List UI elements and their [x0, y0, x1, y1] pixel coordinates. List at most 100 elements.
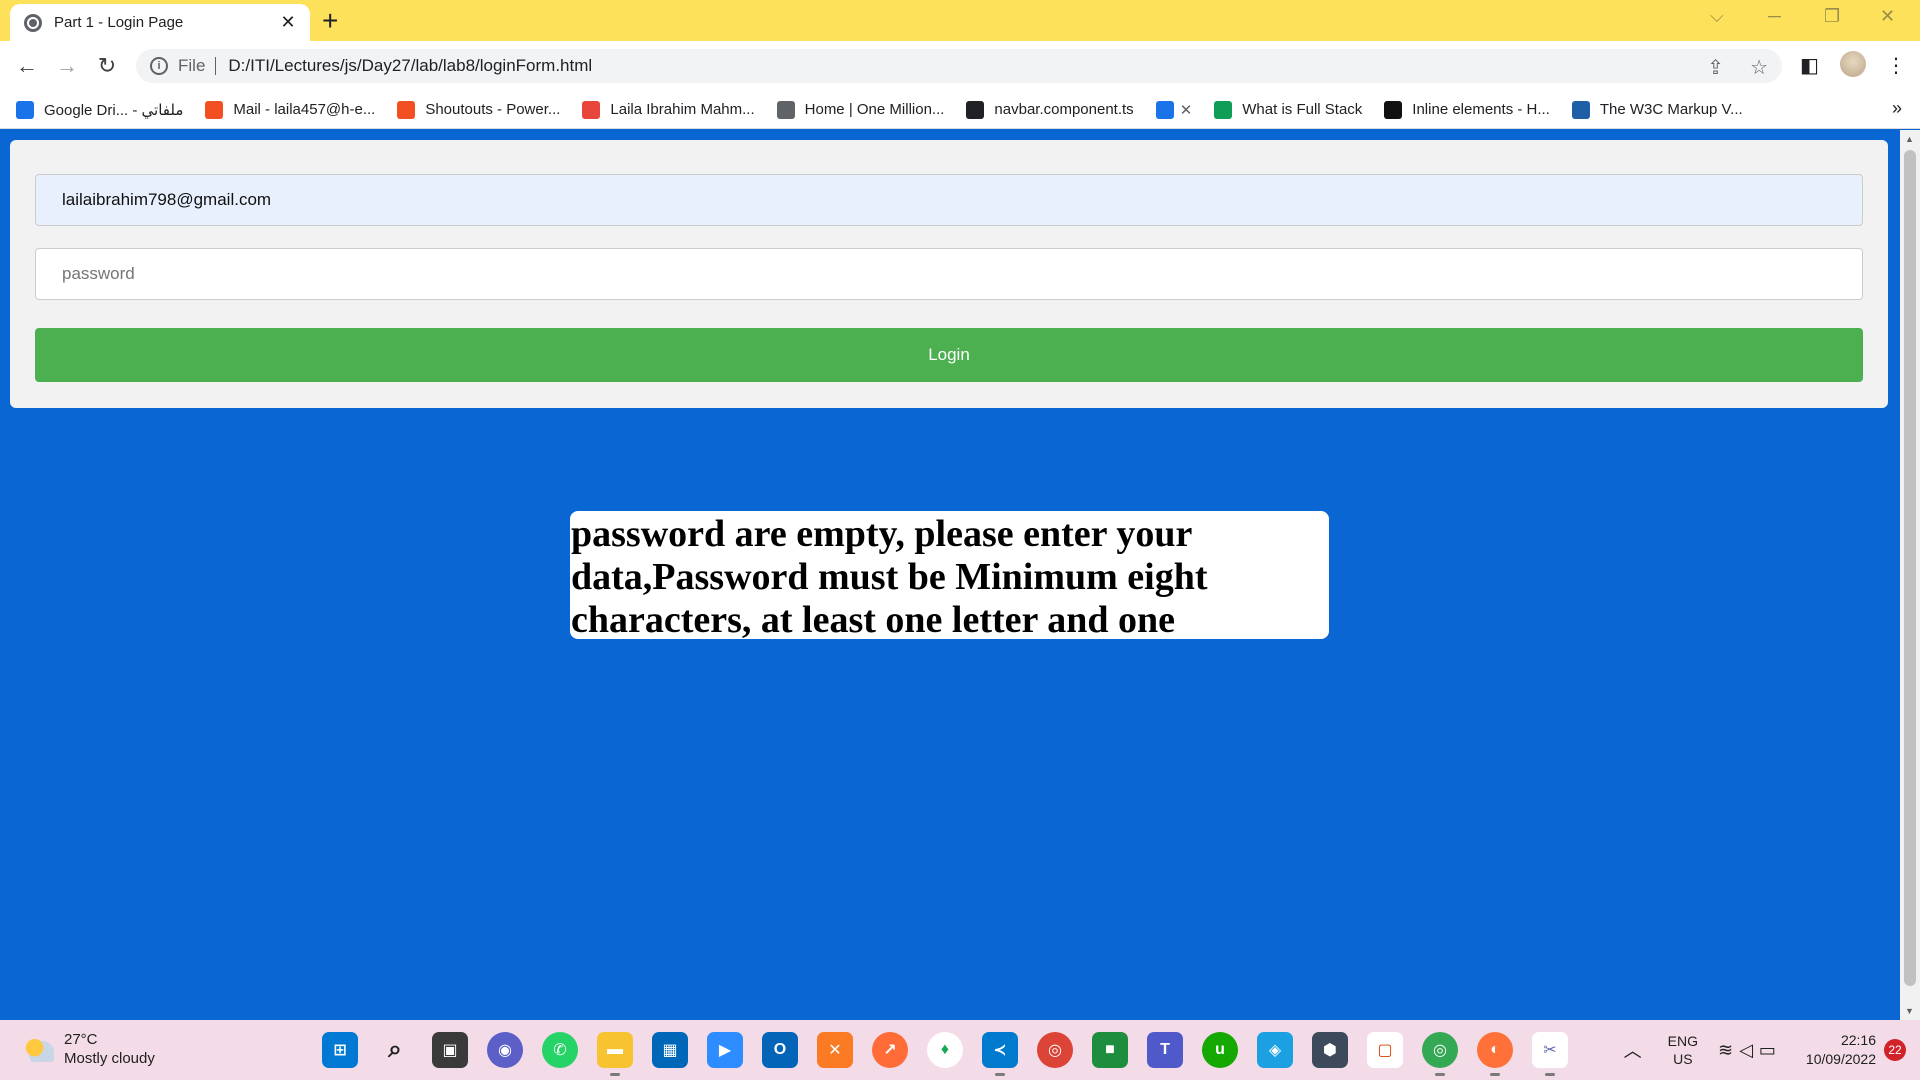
postman-icon[interactable]: ↗: [872, 1032, 908, 1068]
vscode-icon[interactable]: ≺: [982, 1032, 1018, 1076]
close-tab-icon[interactable]: ✕: [278, 12, 298, 33]
close-window-button[interactable]: ✕: [1880, 6, 1895, 27]
bookmark-item[interactable]: Shoutouts - Power...: [397, 100, 561, 119]
windows-start-icon[interactable]: ⊞: [322, 1032, 358, 1068]
mongodb-icon[interactable]: ♦: [927, 1032, 963, 1068]
bookmark-favicon-icon: [966, 100, 985, 119]
globe-icon: [24, 13, 42, 32]
bookmark-item[interactable]: Laila Ibrahim Mahm...: [582, 100, 755, 119]
tab-search-icon[interactable]: ⌵: [1710, 6, 1724, 27]
address-bar[interactable]: i File D:/ITI/Lectures/js/Day27/lab/lab8…: [136, 49, 1782, 83]
notification-badge[interactable]: 22: [1884, 1039, 1906, 1061]
bookmark-label: Shoutouts - Power...: [425, 101, 561, 118]
login-button[interactable]: Login: [35, 328, 1863, 382]
task-view-icon[interactable]: ▣: [432, 1032, 468, 1068]
close-icon[interactable]: ✕: [1180, 101, 1193, 119]
bookmark-label: The W3C Markup V...: [1599, 101, 1743, 118]
url-text[interactable]: D:/ITI/Lectures/js/Day27/lab/lab8/loginF…: [228, 56, 592, 76]
chrome-profile-icon[interactable]: ◎: [1422, 1032, 1458, 1076]
teams-icon[interactable]: T: [1147, 1032, 1183, 1068]
upwork-icon[interactable]: u: [1202, 1032, 1238, 1068]
scroll-up-icon[interactable]: ▲: [1905, 134, 1914, 144]
browser-tab[interactable]: Part 1 - Login Page ✕: [10, 4, 310, 41]
language-code: ENG: [1667, 1033, 1698, 1049]
bookmark-favicon-icon: [1571, 100, 1590, 119]
bookmark-item[interactable]: Google Dri... - ملفاتي: [16, 100, 184, 119]
minimize-button[interactable]: ─: [1768, 6, 1781, 27]
search-icon[interactable]: ⌕: [377, 1032, 413, 1068]
scrollbar-thumb[interactable]: [1904, 150, 1916, 986]
network-volume-battery-icons[interactable]: ≋◁▭: [1718, 1040, 1782, 1061]
outlook-icon[interactable]: O: [762, 1032, 798, 1068]
more-bookmarks-icon[interactable]: »: [1892, 98, 1902, 119]
file-explorer-icon[interactable]: ▬: [597, 1032, 633, 1076]
language-indicator[interactable]: ENG US: [1668, 1032, 1698, 1068]
side-panel-icon[interactable]: ◧: [1800, 53, 1819, 78]
bookmark-label: Mail - laila457@h-e...: [233, 101, 376, 118]
bookmarks-bar: Google Dri... - ملفاتي Mail - laila457@h-…: [0, 91, 1920, 129]
xampp-icon[interactable]: ✕: [817, 1032, 853, 1068]
scroll-down-icon[interactable]: ▼: [1905, 1006, 1914, 1016]
error-message: password are empty, please enter your da…: [570, 511, 1329, 639]
green-app-icon[interactable]: ■: [1092, 1032, 1128, 1068]
new-tab-button[interactable]: +: [322, 6, 338, 36]
bookmark-favicon-icon: [205, 100, 224, 119]
taskbar-apps: ⊞ ⌕ ▣ ◉ ✆ ▬ ▦ ▶ O ✕ ↗ ♦ ≺ ◎ ■ T u ◈ ⬢ ▢ …: [322, 1032, 1568, 1076]
back-icon[interactable]: ←: [12, 51, 42, 81]
virtualbox-icon[interactable]: ◈: [1257, 1032, 1293, 1068]
windows-taskbar: 27°C Mostly cloudy ⊞ ⌕ ▣ ◉ ✆ ▬ ▦ ▶ O ✕ ↗…: [0, 1020, 1920, 1080]
clock[interactable]: 22:16 10/09/2022: [1806, 1031, 1876, 1069]
chat-icon[interactable]: ◉: [487, 1032, 523, 1068]
share-icon[interactable]: ⇪: [1707, 55, 1724, 80]
bookmark-label: What is Full Stack: [1242, 101, 1363, 118]
bookmark-label: navbar.component.ts: [994, 101, 1134, 118]
tab-title: Part 1 - Login Page: [54, 14, 184, 31]
bookmark-favicon-icon: [397, 100, 416, 119]
forward-icon[interactable]: →: [52, 51, 82, 81]
email-field[interactable]: [35, 174, 1863, 226]
bookmark-label: Home | One Million...: [804, 101, 945, 118]
office-icon[interactable]: ▢: [1367, 1032, 1403, 1068]
firefox-icon[interactable]: ◐: [1477, 1032, 1513, 1076]
clock-date: 10/09/2022: [1805, 1051, 1876, 1067]
cube-app-icon[interactable]: ⬢: [1312, 1032, 1348, 1068]
bookmark-item[interactable]: navbar.component.ts: [966, 100, 1134, 119]
profile-avatar[interactable]: [1840, 51, 1866, 77]
info-icon[interactable]: i: [150, 57, 168, 75]
snipping-tool-icon[interactable]: ✂: [1532, 1032, 1568, 1076]
page-viewport: Login password are empty, please enter y…: [0, 130, 1900, 1020]
bookmark-label: Inline elements - H...: [1412, 101, 1550, 118]
reload-icon[interactable]: ↻: [92, 51, 122, 81]
bookmark-item[interactable]: ✕: [1155, 100, 1193, 119]
bookmark-item[interactable]: The W3C Markup V...: [1571, 100, 1743, 119]
bookmark-favicon-icon: [1384, 100, 1403, 119]
weather-widget[interactable]: 27°C Mostly cloudy: [24, 1030, 155, 1068]
menu-icon[interactable]: ⋮: [1886, 53, 1906, 78]
show-hidden-icons-icon[interactable]: ︿: [1624, 1037, 1642, 1063]
microsoft-store-icon[interactable]: ▦: [652, 1032, 688, 1068]
password-field[interactable]: [35, 248, 1863, 300]
bookmark-item[interactable]: Mail - laila457@h-e...: [205, 100, 376, 119]
page-scrollbar[interactable]: ▲ ▼: [1900, 130, 1920, 1020]
browser-tab-bar: Part 1 - Login Page ✕ + ⌵ ─ ❐ ✕: [0, 0, 1920, 41]
zoom-icon[interactable]: ▶: [707, 1032, 743, 1068]
system-tray: ︿ ENG US ≋◁▭ 22:16 10/09/2022 22: [1624, 1020, 1920, 1080]
weather-condition: Mostly cloudy: [64, 1050, 155, 1067]
whatsapp-icon[interactable]: ✆: [542, 1032, 578, 1068]
partly-cloudy-icon: [24, 1036, 54, 1062]
clock-time: 22:16: [1840, 1032, 1876, 1048]
bookmark-label: Google Dri... - ملفاتي: [44, 101, 184, 119]
chrome-icon[interactable]: ◎: [1037, 1032, 1073, 1068]
weather-temperature: 27°C: [64, 1031, 98, 1048]
bookmark-favicon-icon: [16, 100, 34, 119]
bookmark-favicon-icon: [1155, 100, 1174, 119]
url-scheme: File: [178, 56, 206, 75]
bookmark-item[interactable]: Home | One Million...: [776, 100, 945, 119]
bookmark-item[interactable]: Inline elements - H...: [1384, 100, 1550, 119]
restore-button[interactable]: ❐: [1824, 6, 1840, 27]
bookmark-item[interactable]: What is Full Stack: [1214, 100, 1363, 119]
url-divider: [215, 57, 217, 75]
bookmark-label: Laila Ibrahim Mahm...: [610, 101, 755, 118]
bookmark-star-icon[interactable]: ☆: [1750, 55, 1768, 80]
browser-toolbar: ← → ↻ i File D:/ITI/Lectures/js/Day27/la…: [0, 41, 1920, 91]
